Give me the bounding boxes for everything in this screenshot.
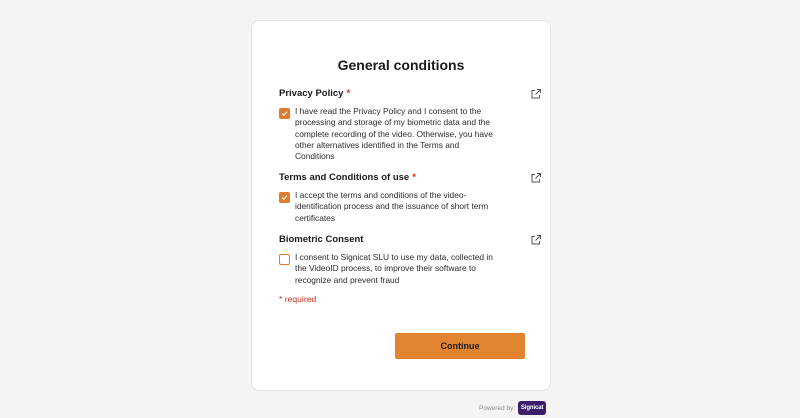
consent-text: I consent to Signicat SLU to use my data…	[295, 252, 493, 285]
required-asterisk: *	[346, 88, 351, 99]
checkmark-icon	[281, 195, 288, 201]
section-heading-label: Privacy Policy	[279, 88, 344, 99]
page-title: General conditions	[337, 57, 465, 73]
section-heading-label: Terms and Conditions of use	[279, 172, 410, 183]
consent-row: I have read the Privacy Policy and I con…	[279, 106, 529, 162]
required-asterisk: *	[412, 172, 416, 183]
consent-text: I accept the terms and conditions of the…	[295, 190, 489, 223]
section-privacy-policy: Privacy Policy * I have read the Privacy …	[279, 88, 541, 162]
biometric-consent-checkbox[interactable]	[279, 254, 290, 265]
section-heading: Privacy Policy *	[279, 88, 529, 100]
external-link-icon[interactable]	[530, 234, 542, 246]
terms-conditions-checkbox[interactable]	[279, 192, 290, 203]
consent-row: I consent to Signicat SLU to use my data…	[279, 252, 529, 286]
section-heading-label: Biometric Consent	[279, 234, 364, 245]
conditions-card: General conditions Privacy Policy * I hav…	[251, 20, 551, 391]
consent-row: I accept the terms and conditions of the…	[279, 190, 529, 224]
external-link-icon[interactable]	[530, 172, 542, 184]
external-link-icon[interactable]	[530, 88, 542, 100]
required-note: * required	[279, 294, 317, 304]
powered-by-label: Powered by:	[479, 404, 516, 412]
checkmark-icon	[281, 111, 288, 117]
continue-button[interactable]: Continue	[395, 333, 525, 359]
section-biometric-consent: Biometric Consent I consent to Signicat …	[279, 234, 541, 286]
section-heading: Terms and Conditions of use *	[279, 172, 529, 184]
section-terms-conditions: Terms and Conditions of use * I accept th…	[279, 172, 541, 224]
section-heading: Biometric Consent	[279, 234, 529, 246]
powered-by-footer: Powered by: Signicat	[479, 401, 547, 415]
signicat-logo[interactable]: Signicat	[518, 401, 547, 415]
consent-text: I have read the Privacy Policy and I con…	[295, 106, 493, 162]
privacy-policy-checkbox[interactable]	[279, 108, 290, 119]
